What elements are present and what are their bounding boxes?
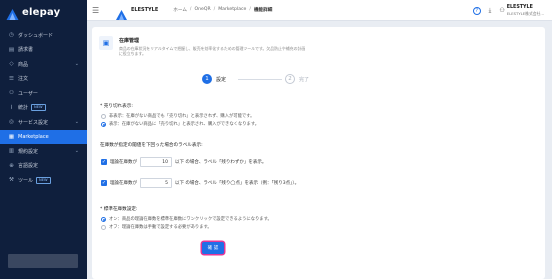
breadcrumb-oneqr[interactable]: OneQR: [194, 7, 210, 13]
sidebar-item-4[interactable]: ⚇ ユーザー: [0, 86, 87, 101]
standard-stock-title: * 標準在庫数設定:: [100, 207, 138, 212]
breadcrumb-home[interactable]: ホーム: [173, 7, 187, 13]
threshold-prefix: 理論在庫数が: [110, 160, 137, 165]
elepay-logo[interactable]: elepay: [6, 4, 60, 20]
sidebar-item-label: Marketplace: [18, 133, 49, 140]
sidebar-item-6[interactable]: ◎ サービス設定 ⌄: [0, 115, 87, 130]
sidebar-item-1[interactable]: ▤ 請求書: [0, 43, 87, 58]
sidebar-item-8[interactable]: ▥ 規約設定 ⌄: [0, 144, 87, 159]
threshold-low-input[interactable]: 10: [140, 157, 172, 167]
threshold-suffix: 以下 の場合、ラベル「残り◯点」を表示（例：「残り3点」）。: [175, 181, 300, 186]
sidebar-item-label: 注文: [18, 76, 29, 83]
sidebar-item-label: 請求書: [18, 47, 34, 54]
sidebar-item-label: 統計: [18, 105, 29, 112]
user-menu[interactable]: ⚇ ELESTYLE ELESTYLE株式会社...: [499, 5, 544, 16]
option-label: オフ：理論在庫数は手動で設定する必要があります。: [109, 225, 212, 230]
breadcrumb-separator: /: [213, 7, 216, 12]
breadcrumb-separator: /: [189, 7, 192, 12]
service-icon: ◎: [9, 119, 14, 126]
breadcrumb-separator: /: [249, 7, 251, 12]
sidebar-item-5[interactable]: ⌇ 統計 NEW: [0, 101, 87, 116]
settings-panel: ▣ 在庫管理 商品の在庫状況をリアルタイムで把握し、販売を効率化するための管理ツ…: [92, 27, 545, 279]
marketplace-icon: ▦: [8, 133, 15, 140]
option-label: オン：商品の理論在庫数を標準在庫数にワンクリックで設定できるようになります。: [109, 217, 272, 222]
step-1-label: 設定: [216, 77, 227, 83]
sidebar-item-0[interactable]: ◷ ダッシュボード: [0, 28, 87, 43]
step-2-label: 完了: [299, 77, 310, 83]
sidebar-footer-account[interactable]: [8, 254, 78, 268]
new-badge: NEW: [31, 104, 46, 112]
breadcrumb-marketplace[interactable]: Marketplace: [218, 7, 246, 13]
standard-stock-option-on[interactable]: オン：商品の理論在庫数を標準在庫数にワンクリックで設定できるようになります。: [101, 216, 272, 222]
threshold-count-input[interactable]: 5: [140, 178, 172, 188]
plugin-description: 商品の在庫状況をリアルタイムで把握し、販売を効率化するための管理ツールです。欠品…: [119, 46, 306, 56]
radio-button[interactable]: [101, 216, 106, 222]
threshold-prefix: 理論在庫数が: [110, 181, 137, 186]
sidebar-item-7[interactable]: ▦ Marketplace: [0, 129, 87, 144]
logo-mark-icon: [6, 6, 19, 20]
user-icon: ⚇: [9, 90, 14, 97]
threshold-title: 在庫数が指定の閾値を下回った場合のラベル表示:: [100, 143, 203, 148]
sidebar-item-label: サービス設定: [18, 119, 49, 126]
sold-out-title: * 売り切れ表示:: [100, 104, 133, 109]
plugin-header: ▣ 在庫管理 商品の在庫状況をリアルタイムで把握し、販売を効率化するための管理ツ…: [99, 36, 309, 56]
help-icon[interactable]: ?: [472, 6, 481, 15]
inventory-box-icon: ▣: [99, 36, 113, 50]
sidebar-item-label: 言語設定: [18, 163, 39, 170]
sold-out-option-hide[interactable]: 非表示：在庫がない商品でも「売り切れ」と表示されず、購入が可能です。: [101, 113, 254, 119]
threshold-row-count: ✓ 理論在庫数が 5 以下 の場合、ラベル「残り◯点」を表示（例：「残り3点」）…: [101, 178, 299, 188]
step-1-indicator: 1: [202, 74, 212, 84]
sidebar-item-10[interactable]: ⚒ ツール NEW: [0, 173, 87, 188]
standard-stock-option-off[interactable]: オフ：理論在庫数は手動で設定する必要があります。: [101, 224, 212, 230]
checkbox-checked[interactable]: ✓: [101, 159, 107, 165]
hamburger-menu-icon[interactable]: ☰: [92, 6, 102, 15]
invoice-icon: ▤: [8, 46, 15, 53]
sold-out-option-show[interactable]: 表示：在庫がない商品に「売り切れ」と表示され、購入ができなくなります。: [101, 121, 259, 127]
radio-button[interactable]: [101, 113, 106, 119]
order-icon: ☰: [9, 75, 14, 82]
app-name: ELESTYLE: [131, 7, 159, 13]
step-2-indicator: 2: [285, 74, 295, 84]
user-icon: ⚇: [499, 7, 505, 14]
radio-button[interactable]: [101, 224, 106, 230]
tool-icon: ⚒: [9, 177, 14, 184]
confirm-button[interactable]: 確 認: [202, 242, 224, 254]
stepper: 1 設定 2 完了: [202, 74, 422, 88]
download-icon[interactable]: ⤓: [489, 7, 492, 15]
sidebar-item-label: ユーザー: [18, 90, 38, 97]
sidebar-item-label: ダッシュボード: [18, 32, 54, 39]
chevron-down-icon[interactable]: ⌄: [75, 119, 79, 125]
option-label: 非表示：在庫がない商品でも「売り切れ」と表示されず、購入が可能です。: [109, 114, 255, 119]
sidebar-item-label: ツール: [18, 177, 34, 184]
new-badge: NEW: [36, 176, 51, 184]
logo-text: elepay: [22, 6, 61, 18]
sidebar-nav: ◷ ダッシュボード ▤ 請求書 ◇ 商品 ⌄ ☰ 注文 ⚇ ユーザー ⌇ 統計 NEW ◎ サービス設定 ⌄ ▦ M…: [0, 28, 87, 188]
chevron-down-icon[interactable]: ⌄: [75, 148, 79, 154]
topbar: ☰ ELESTYLE ホーム / OneQR / Marketplace / 機…: [87, 0, 552, 21]
threshold-suffix: 以下 の場合、ラベル「残りわずか」を表示。: [175, 160, 267, 165]
checkbox-checked[interactable]: ✓: [101, 180, 107, 186]
tag-icon: ◇: [9, 61, 14, 68]
option-label: 表示：在庫がない商品に「売り切れ」と表示され、購入ができなくなります。: [109, 122, 260, 127]
threshold-row-low: ✓ 理論在庫数が 10 以下 の場合、ラベル「残りわずか」を表示。: [101, 157, 266, 167]
breadcrumb: ホーム / OneQR / Marketplace / 機能詳細: [173, 7, 272, 13]
sidebar-item-label: 規約設定: [18, 148, 39, 155]
dashboard-icon: ◷: [9, 32, 14, 39]
step-connector: [238, 79, 282, 80]
analytics-icon: ⌇: [10, 104, 13, 111]
plugin-title: 在庫管理: [119, 38, 140, 44]
app-logo-icon: [116, 5, 127, 20]
language-icon: ⊕: [9, 162, 14, 169]
breadcrumb-current: 機能詳細: [253, 8, 273, 13]
sidebar-item-2[interactable]: ◇ 商品 ⌄: [0, 57, 87, 72]
contract-icon: ▥: [8, 148, 15, 155]
sidebar-item-3[interactable]: ☰ 注文: [0, 72, 87, 87]
chevron-down-icon[interactable]: ⌄: [75, 61, 79, 67]
sidebar-item-label: 商品: [18, 61, 29, 68]
sidebar: elepay ◷ ダッシュボード ▤ 請求書 ◇ 商品 ⌄ ☰ 注文 ⚇ ユーザー ⌇ 統計 NEW ◎ サー…: [0, 0, 87, 279]
radio-button[interactable]: [101, 121, 106, 127]
sidebar-item-9[interactable]: ⊕ 言語設定: [0, 159, 87, 174]
user-company: ELESTYLE株式会社...: [506, 10, 544, 16]
